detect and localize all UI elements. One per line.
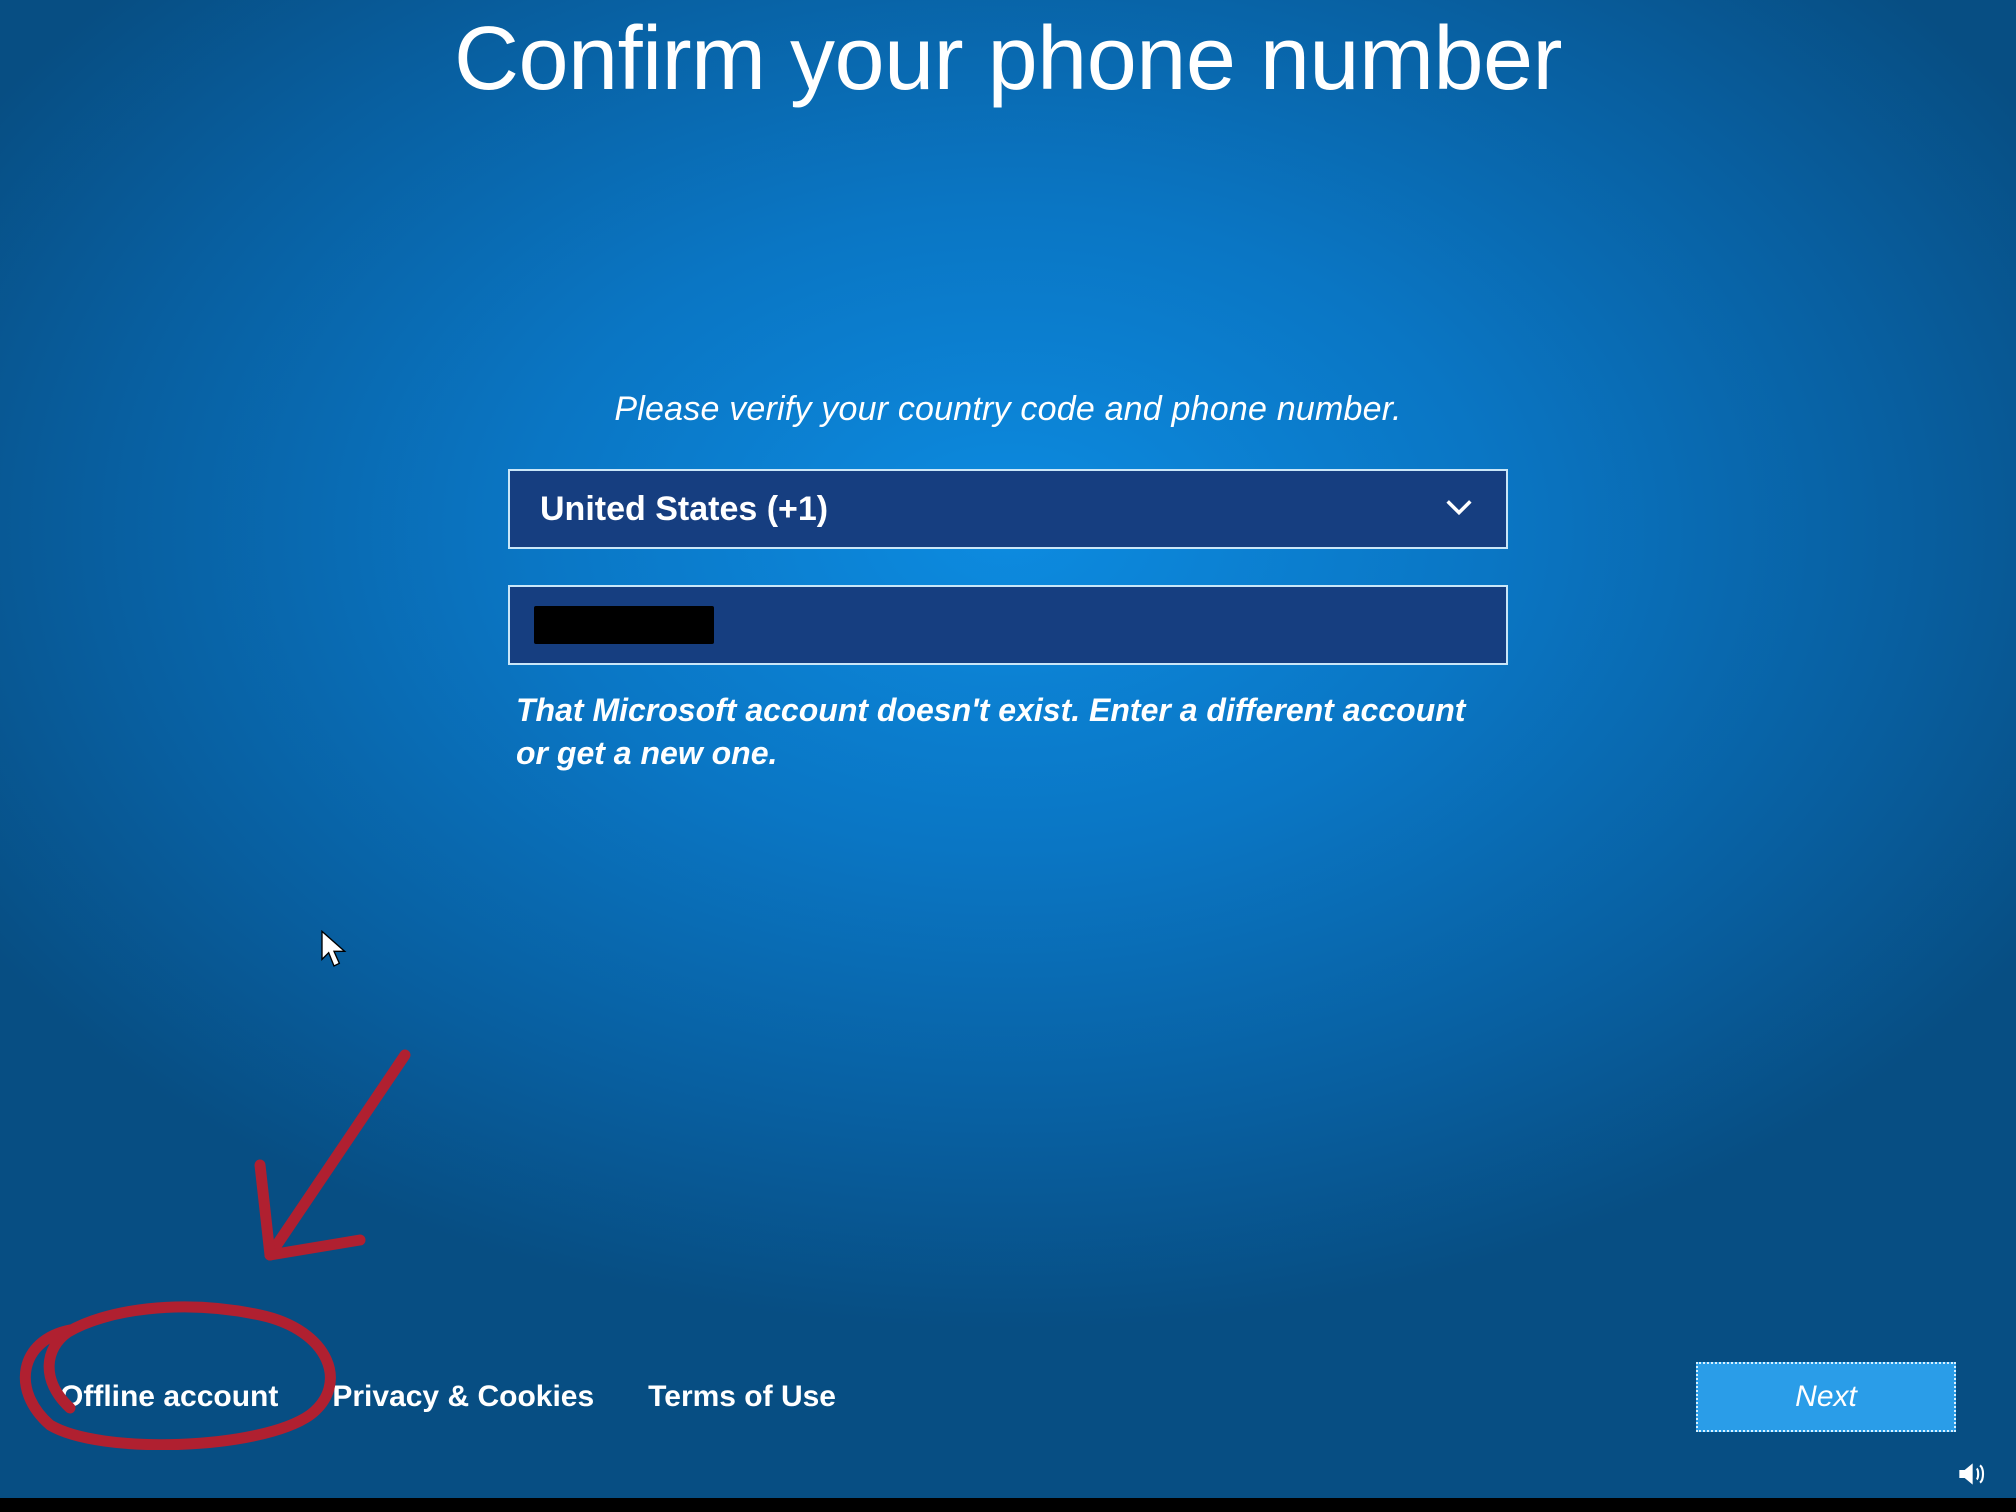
volume-icon[interactable] — [1954, 1458, 1986, 1490]
privacy-cookies-link[interactable]: Privacy & Cookies — [332, 1380, 594, 1414]
phone-number-input[interactable] — [508, 585, 1508, 665]
error-message: That Microsoft account doesn't exist. En… — [508, 689, 1508, 775]
mouse-cursor-icon — [320, 930, 348, 970]
bottom-links: Offline account Privacy & Cookies Terms … — [60, 1380, 836, 1414]
redacted-phone-value — [534, 606, 714, 644]
country-code-selected: United States (+1) — [540, 490, 828, 529]
instruction-text: Please verify your country code and phon… — [508, 390, 1508, 429]
phone-verification-form: Please verify your country code and phon… — [508, 390, 1508, 775]
screen-bezel-edge — [0, 1498, 2016, 1512]
offline-account-link[interactable]: Offline account — [60, 1380, 278, 1414]
country-code-dropdown[interactable]: United States (+1) — [508, 469, 1508, 549]
bottom-bar: Offline account Privacy & Cookies Terms … — [60, 1362, 1956, 1432]
page-title: Confirm your phone number — [0, 8, 2016, 111]
chevron-down-icon — [1442, 490, 1476, 529]
terms-of-use-link[interactable]: Terms of Use — [648, 1380, 836, 1414]
next-button[interactable]: Next — [1696, 1362, 1956, 1432]
